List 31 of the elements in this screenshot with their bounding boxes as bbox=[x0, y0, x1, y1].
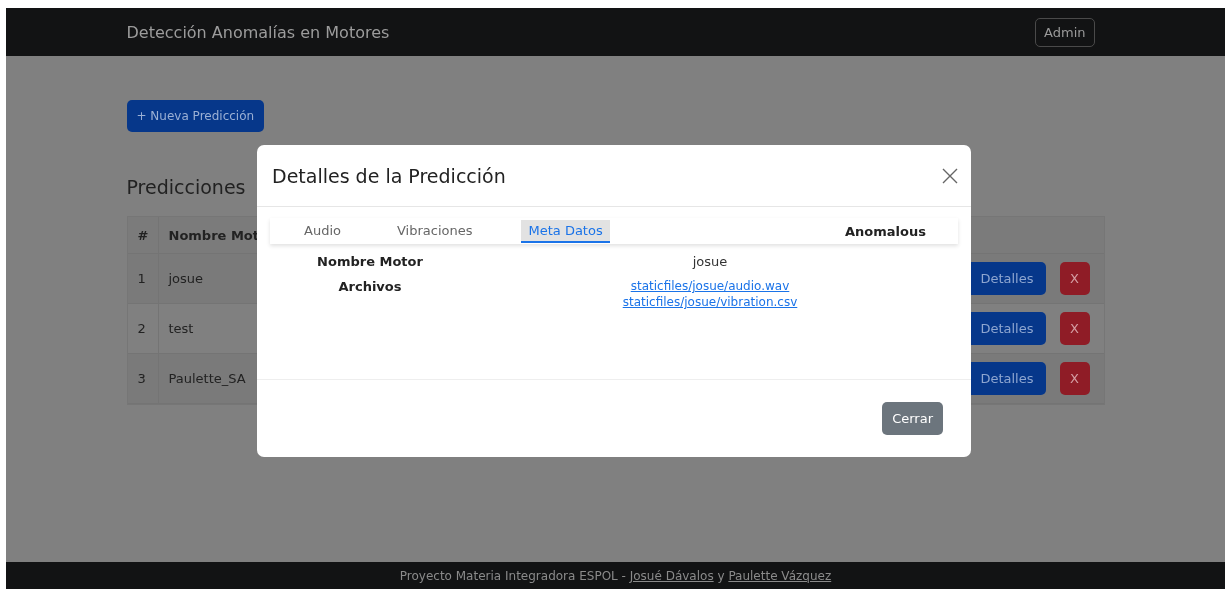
table-cell: 1 bbox=[127, 254, 159, 303]
tab[interactable]: Vibraciones bbox=[389, 219, 480, 243]
tab[interactable]: Meta Datos bbox=[521, 219, 610, 243]
author-link[interactable]: Paulette Vázquez bbox=[728, 568, 832, 583]
table-cell: 2 bbox=[127, 304, 159, 353]
field-label: Archivos bbox=[337, 279, 403, 296]
table-cell-text: josue bbox=[167, 271, 205, 286]
footer-text: y bbox=[716, 568, 726, 583]
field-label: Nombre Motor bbox=[316, 254, 424, 269]
file-link[interactable]: staticfiles/josue/vibration.csv bbox=[622, 295, 798, 309]
table-cell-text: Paulette_SA bbox=[167, 371, 247, 386]
author-link[interactable]: Josué Dávalos bbox=[629, 568, 714, 583]
delete-button[interactable]: X bbox=[1059, 312, 1090, 345]
delete-button[interactable]: X bbox=[1059, 262, 1090, 295]
file-link[interactable]: staticfiles/josue/audio.wav bbox=[630, 279, 790, 293]
table-cell: 3 bbox=[127, 354, 159, 403]
section-heading: Predicciones bbox=[126, 176, 247, 198]
footer-text: Proyecto Materia Integradora ESPOL - bbox=[399, 568, 627, 583]
delete-button[interactable]: X bbox=[1059, 362, 1090, 395]
dialog-title: Detalles de la Predicción bbox=[272, 164, 506, 187]
close-button[interactable]: Cerrar bbox=[882, 402, 943, 435]
column-header: Nombre Mot bbox=[167, 227, 260, 243]
tab[interactable]: Audio bbox=[297, 219, 348, 243]
status-label: Anomalous bbox=[845, 223, 926, 239]
close-icon[interactable] bbox=[942, 167, 958, 184]
admin-button[interactable]: Admin bbox=[1035, 17, 1095, 47]
brand-title[interactable]: Detección Anomalías en Motores bbox=[126, 22, 390, 42]
column-header: # bbox=[127, 217, 159, 253]
table-cell-text: test bbox=[167, 321, 195, 336]
new-prediction-button[interactable]: + Nueva Predicción bbox=[126, 100, 265, 132]
field-value: josue bbox=[692, 254, 728, 269]
